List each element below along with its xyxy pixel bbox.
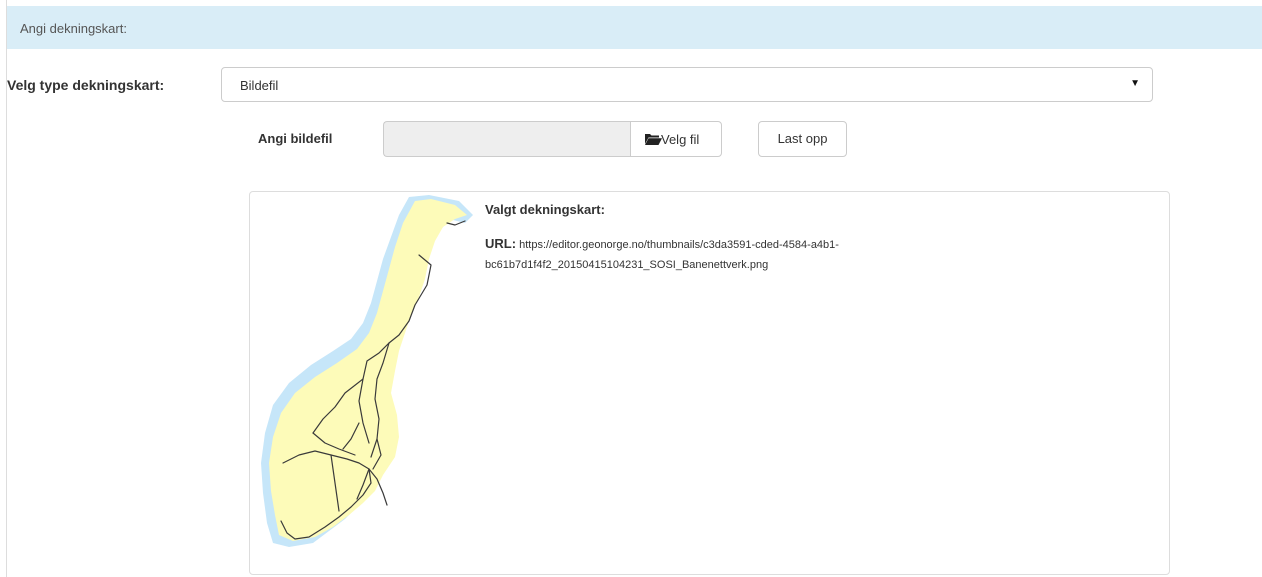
- panel-heading-title: Angi dekningskart:: [20, 21, 127, 36]
- coverage-type-select[interactable]: Bildefil ▼: [221, 67, 1153, 102]
- panel-heading: Angi dekningskart:: [7, 6, 1262, 49]
- coverage-map-thumbnail: [261, 195, 473, 547]
- image-file-input[interactable]: [383, 121, 630, 157]
- folder-open-icon: [645, 134, 662, 145]
- selected-map-url: URL: https://editor.geonorge.no/thumbnai…: [485, 234, 955, 275]
- coverage-type-label: Velg type dekningskart:: [7, 77, 165, 93]
- selected-map-title: Valgt dekningskart:: [485, 202, 605, 217]
- upload-button[interactable]: Last opp: [758, 121, 847, 157]
- caret-down-icon: ▼: [1130, 78, 1140, 89]
- browse-file-label: Velg fil: [661, 132, 700, 147]
- image-file-label: Angi bildefil: [258, 131, 333, 146]
- coverage-type-selected-value: Bildefil: [240, 78, 279, 93]
- url-value: https://editor.geonorge.no/thumbnails/c3…: [485, 239, 839, 271]
- url-label: URL:: [485, 236, 517, 251]
- browse-file-button[interactable]: Velg fil: [630, 121, 722, 157]
